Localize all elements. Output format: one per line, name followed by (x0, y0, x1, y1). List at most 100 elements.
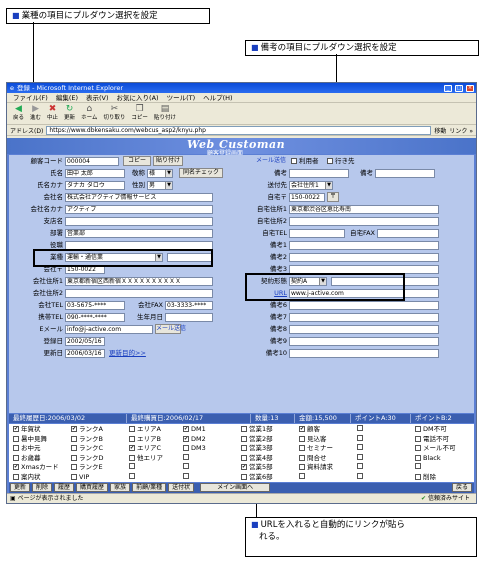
same-name-check-button[interactable]: 同名チェック (179, 168, 223, 178)
attribute-checkbox[interactable]: ✔ (129, 445, 135, 451)
attribute-checkbox[interactable]: ✔ (299, 426, 305, 432)
upd-date-field[interactable]: 2006/03/16 (65, 349, 105, 358)
send-mail-button[interactable]: メール送信 (155, 324, 186, 334)
name-field[interactable]: 田中 太郎 (65, 169, 125, 178)
kana-field[interactable]: タナカ タロウ (65, 181, 125, 190)
attribute-checkbox[interactable] (357, 472, 363, 479)
home-tel-field[interactable] (289, 229, 345, 238)
mobile-field[interactable]: 090-****-**** (65, 313, 125, 322)
sex-select[interactable]: 男 ▼ (147, 181, 173, 190)
note9-field[interactable] (289, 337, 439, 346)
home-addr1-field[interactable]: 東京都渋谷区恵比寿南 (289, 205, 439, 214)
honorific-select[interactable]: 様 ▼ (147, 169, 173, 178)
main-screen-button[interactable]: メイン画面へ (200, 483, 271, 492)
attribute-checkbox[interactable] (183, 463, 189, 469)
attribute-checkbox[interactable] (71, 454, 77, 461)
copy-code-button[interactable]: コピー (123, 156, 151, 166)
home-button[interactable]: ⌂ ホーム (81, 104, 97, 122)
copy-button[interactable]: ❐ コピー (131, 104, 148, 122)
back-page-button[interactable]: 戻る (451, 483, 472, 492)
menu-edit[interactable]: 編集(E) (56, 93, 78, 102)
history-button[interactable]: 履歴 (54, 483, 75, 492)
attribute-checkbox[interactable] (183, 472, 189, 479)
attribute-checkbox[interactable] (357, 434, 363, 441)
addr1-field[interactable]: 東京都新宿区西新宿ＸＸＸＸＸＸＸＸＸＸ (65, 277, 213, 286)
delete-button[interactable]: 削除 (32, 483, 53, 492)
address-input[interactable]: https://www.dbkensaku.com/webcus_asp2/kn… (46, 125, 432, 135)
note-field-2[interactable] (375, 169, 435, 178)
attribute-checkbox[interactable] (415, 463, 421, 469)
attribute-checkbox[interactable] (183, 453, 189, 460)
note1-field[interactable] (289, 241, 439, 250)
note2-field[interactable] (289, 253, 439, 262)
dept-field[interactable]: 営業部 (65, 229, 213, 238)
stop-button[interactable]: ✖ 中止 (47, 104, 58, 122)
note7-field[interactable] (289, 313, 439, 322)
paste-code-button[interactable]: 貼り付け (153, 156, 183, 166)
home-addr2-field[interactable] (289, 217, 439, 226)
dest-checkbox[interactable] (327, 158, 333, 164)
attribute-checkbox[interactable]: ✔ (183, 435, 189, 442)
forward-button[interactable]: ▶ 進む (30, 104, 41, 122)
attribute-checkbox[interactable] (415, 473, 421, 480)
attribute-checkbox[interactable] (13, 435, 19, 442)
menu-favorites[interactable]: お気に入り(A) (117, 93, 159, 102)
branch-field[interactable] (65, 217, 213, 226)
attribute-checkbox[interactable] (129, 463, 135, 469)
attribute-checkbox[interactable] (71, 473, 77, 480)
note6-field[interactable] (289, 301, 439, 310)
attribute-checkbox[interactable] (299, 445, 305, 451)
prev-next-button[interactable]: 前顧/業種 (132, 483, 167, 492)
send-to-select[interactable]: 会社住所1 ▼ (289, 181, 333, 190)
attribute-checkbox[interactable]: ✔ (241, 464, 247, 470)
attribute-checkbox[interactable] (357, 444, 363, 450)
family-button[interactable]: 家族 (110, 483, 131, 492)
menu-tools[interactable]: ツール(T) (167, 93, 196, 102)
attribute-checkbox[interactable] (13, 445, 19, 451)
attribute-checkbox[interactable] (71, 435, 77, 442)
close-button[interactable]: × (466, 84, 474, 92)
maximize-button[interactable]: □ (455, 84, 463, 92)
code-field[interactable]: 000004 (65, 157, 119, 166)
attribute-checkbox[interactable] (241, 473, 247, 480)
links-button[interactable]: リンク » (449, 126, 476, 135)
update-purpose-link[interactable]: 更新目的>> (109, 349, 146, 358)
home-zip-field[interactable]: 150-0022 (289, 193, 325, 202)
company-field[interactable]: 株式会社アクティブ情報サービス (65, 193, 213, 202)
attribute-checkbox[interactable] (129, 435, 135, 442)
paste-button[interactable]: ▤ 貼り付け (154, 104, 176, 122)
attribute-checkbox[interactable] (357, 425, 363, 431)
attribute-checkbox[interactable] (357, 463, 363, 469)
addr2-field[interactable] (65, 289, 213, 298)
attribute-checkbox[interactable] (415, 454, 421, 461)
minimize-button[interactable]: _ (444, 84, 452, 92)
attribute-checkbox[interactable] (241, 426, 247, 432)
cover-letter-button[interactable]: 送付状 (168, 483, 195, 492)
attribute-checkbox[interactable] (129, 426, 135, 432)
attribute-checkbox[interactable] (299, 435, 305, 442)
attribute-checkbox[interactable]: ✔ (13, 426, 19, 432)
menu-help[interactable]: ヘルプ(H) (203, 93, 232, 102)
purchase-history-button[interactable]: 購買履歴 (76, 483, 109, 492)
menu-view[interactable]: 表示(V) (86, 93, 109, 102)
note10-field[interactable] (289, 349, 439, 358)
go-button[interactable]: 移動 (434, 126, 446, 135)
attribute-checkbox[interactable]: ✔ (13, 464, 19, 470)
attribute-checkbox[interactable] (415, 435, 421, 442)
attribute-checkbox[interactable] (13, 473, 19, 480)
mail-send-button[interactable]: メール送信 (255, 157, 287, 167)
attribute-checkbox[interactable] (357, 453, 363, 460)
menu-file[interactable]: ファイル(F) (13, 93, 48, 102)
attribute-checkbox[interactable] (13, 454, 19, 461)
attribute-checkbox[interactable]: ✔ (183, 426, 189, 432)
attribute-checkbox[interactable] (71, 445, 77, 451)
attribute-checkbox[interactable] (183, 445, 189, 451)
attribute-checkbox[interactable] (241, 445, 247, 451)
tel-field[interactable]: 03-5675-**** (65, 301, 125, 310)
note-field[interactable] (289, 169, 349, 178)
attribute-checkbox[interactable] (241, 454, 247, 461)
attribute-checkbox[interactable] (415, 445, 421, 451)
user-checkbox[interactable] (291, 158, 297, 164)
cut-button[interactable]: ✂ 切り取り (103, 104, 125, 122)
fax-field[interactable]: 03-3333-**** (165, 301, 213, 310)
